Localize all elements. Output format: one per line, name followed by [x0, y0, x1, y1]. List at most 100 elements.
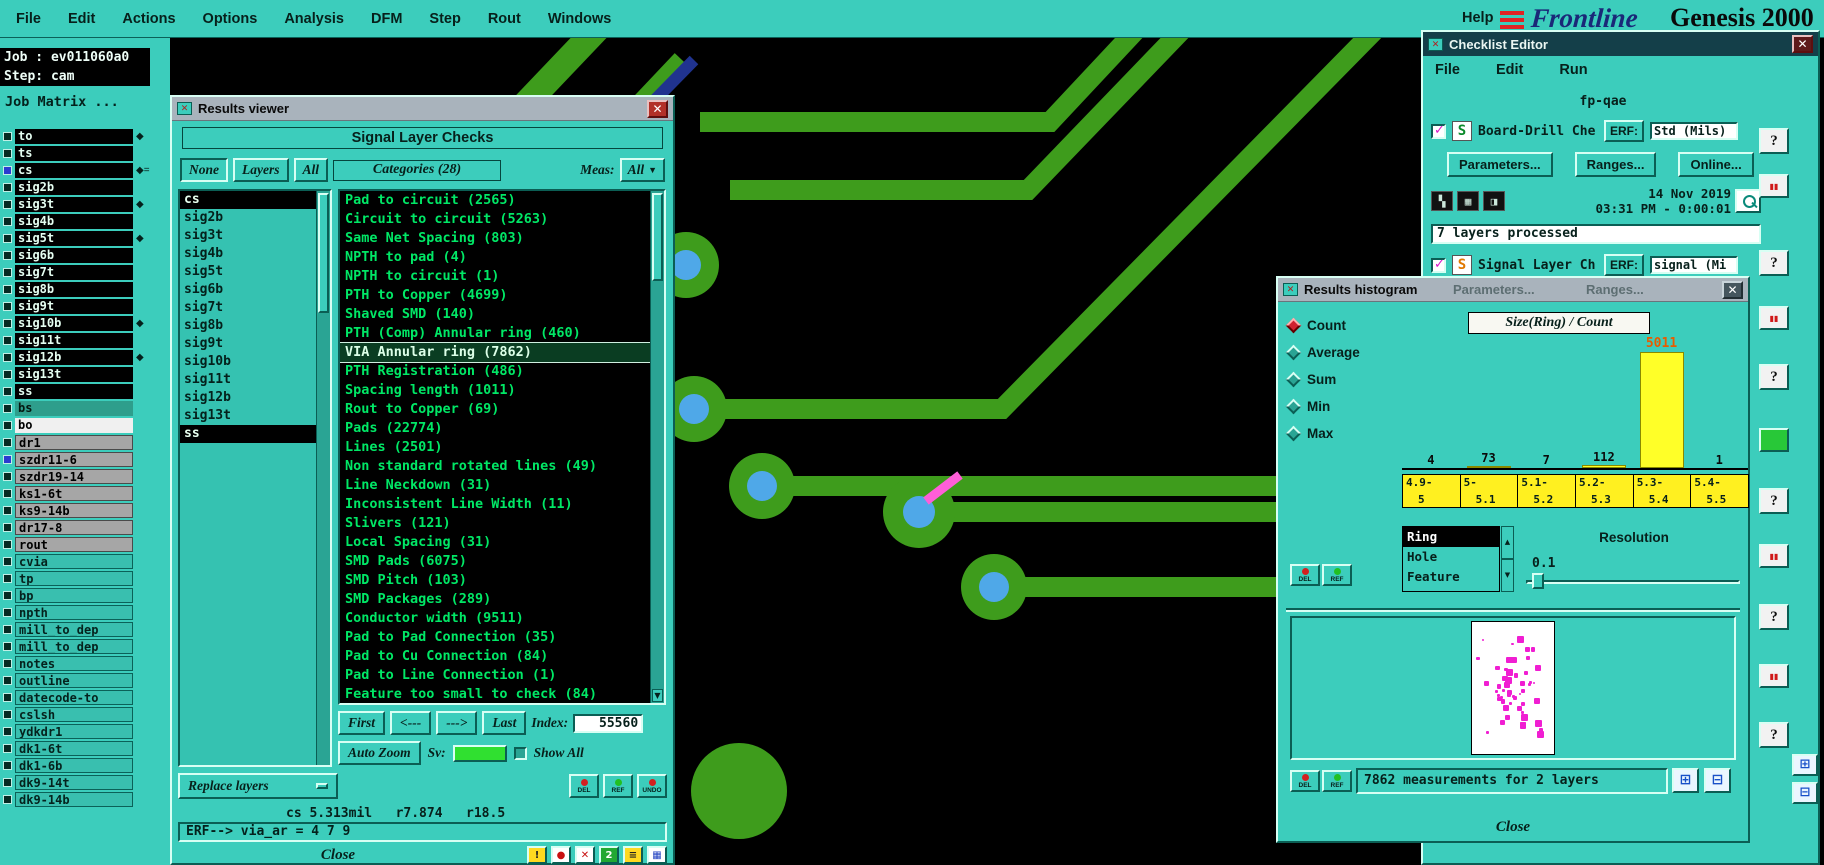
check-label[interactable]: Signal Layer Ch [1478, 258, 1598, 273]
help-button[interactable]: ? [1759, 250, 1789, 276]
layer-name[interactable]: bs [15, 401, 133, 416]
category-item[interactable]: Pad to Cu Connection (84) [340, 647, 650, 666]
category-item[interactable]: Same Net Spacing (803) [340, 229, 650, 248]
layer-row[interactable]: sig9t [0, 298, 170, 315]
toolbar-icon[interactable]: ● [551, 846, 571, 864]
layer-name[interactable]: sig8b [15, 282, 133, 297]
category-item[interactable]: Spacing length (1011) [340, 381, 650, 400]
layer-row[interactable]: sig11t [0, 332, 170, 349]
layer-name[interactable]: sig5t [15, 231, 133, 246]
layer-row[interactable]: sig6b [0, 247, 170, 264]
pause-indicator-icon[interactable]: ▮▮ [1759, 174, 1789, 198]
layer-checkbox[interactable] [3, 795, 12, 804]
parameters-button[interactable]: Parameters... [1447, 152, 1553, 177]
layer-name[interactable]: npth [15, 605, 133, 620]
viewer-layer-item[interactable]: sig4b [180, 245, 316, 263]
layer-row[interactable]: sig5t ◆ [0, 230, 170, 247]
diamond-radio-icon[interactable] [1285, 398, 1302, 415]
layer-name[interactable]: sig3t [15, 197, 133, 212]
layer-checkbox[interactable] [3, 149, 12, 158]
export-icon[interactable]: ⊞ [1792, 754, 1818, 776]
save-icon[interactable]: ⊟ [1792, 782, 1818, 804]
layer-row[interactable]: rout [0, 536, 170, 553]
menu-item[interactable]: Analysis [284, 11, 344, 27]
layer-checkbox[interactable] [3, 132, 12, 141]
layer-name[interactable]: sig4b [15, 214, 133, 229]
layer-checkbox[interactable] [3, 778, 12, 787]
layer-name[interactable]: ks1-6t [15, 486, 133, 501]
layer-name[interactable]: bo [15, 418, 133, 433]
stat-option[interactable]: Count [1285, 312, 1394, 339]
show-all-checkbox[interactable] [513, 746, 527, 760]
layer-row[interactable]: dk9-14b [0, 791, 170, 808]
layer-name[interactable]: dk9-14b [15, 792, 133, 807]
category-item[interactable]: SMD Packages (289) [340, 590, 650, 609]
help-button[interactable]: ? [1759, 604, 1789, 630]
layer-checkbox[interactable] [3, 387, 12, 396]
scroll-down-icon[interactable]: ▼ [1501, 559, 1514, 592]
diamond-radio-icon[interactable] [1285, 344, 1302, 361]
layer-name[interactable]: ydkdr1 [15, 724, 133, 739]
menu-item[interactable]: Edit [68, 11, 95, 27]
layer-checkbox[interactable] [3, 506, 12, 515]
pause-indicator-icon[interactable]: ▮▮ [1759, 664, 1789, 688]
layer-name[interactable]: ks9-14b [15, 503, 133, 518]
layer-checkbox[interactable] [3, 438, 12, 447]
layer-checkbox[interactable] [3, 523, 12, 532]
layer-name[interactable]: datecode-to [15, 690, 133, 705]
menu-item[interactable]: Actions [122, 11, 175, 27]
filter-none-button[interactable]: None [180, 158, 228, 182]
results-viewer-titlebar[interactable]: Results viewer ✕ [172, 97, 673, 121]
menu-item[interactable]: Rout [488, 11, 521, 27]
scroll-down-icon[interactable]: ▼ [652, 689, 663, 702]
del-button[interactable]: DEL [1290, 770, 1320, 792]
viewer-layer-item[interactable]: sig3t [180, 227, 316, 245]
layer-row[interactable]: bo [0, 417, 170, 434]
tool-icon-1[interactable]: ▚ [1431, 191, 1453, 211]
menu-item[interactable]: File [1435, 62, 1460, 78]
layer-checkbox[interactable] [3, 557, 12, 566]
viewer-close-button[interactable]: Close [178, 847, 498, 864]
measure-mode-item[interactable]: Ring [1403, 527, 1499, 547]
layer-row[interactable]: notes [0, 655, 170, 672]
menu-item[interactable]: DFM [371, 11, 402, 27]
layer-checkbox[interactable] [3, 234, 12, 243]
viewer-layer-item[interactable]: cs [180, 191, 316, 209]
tool-icon-2[interactable]: ▦ [1457, 191, 1479, 211]
viewer-layer-item[interactable]: sig10b [180, 353, 316, 371]
layer-row[interactable]: dr17-8 [0, 519, 170, 536]
layer-checkbox[interactable] [3, 455, 12, 464]
category-list-scrollbar[interactable]: ▼ [650, 191, 664, 703]
layer-name[interactable]: dr1 [15, 435, 133, 450]
layer-name[interactable]: szdr11-6 [15, 452, 133, 467]
toolbar-icon[interactable]: 2 [599, 846, 619, 864]
layer-name[interactable]: dk1-6t [15, 741, 133, 756]
layer-row[interactable]: sig13t [0, 366, 170, 383]
layer-checkbox[interactable] [3, 302, 12, 311]
layer-checkbox[interactable] [3, 710, 12, 719]
layer-row[interactable]: sig2b [0, 179, 170, 196]
layer-name[interactable]: ts [15, 146, 133, 161]
layer-checkbox[interactable] [3, 183, 12, 192]
viewer-layer-item[interactable]: sig11t [180, 371, 316, 389]
scrollbar-thumb[interactable] [652, 193, 663, 281]
category-item[interactable]: Shaved SMD (140) [340, 305, 650, 324]
layer-name[interactable]: cslsh [15, 707, 133, 722]
help-button[interactable]: ? [1759, 488, 1789, 514]
erf-button[interactable]: ERF: [1604, 120, 1644, 142]
layer-checkbox[interactable] [3, 200, 12, 209]
help-button[interactable]: ? [1759, 722, 1789, 748]
layer-row[interactable]: sig10b ◆ [0, 315, 170, 332]
menu-item-help[interactable]: Help [1462, 10, 1493, 26]
layer-name[interactable]: notes [15, 656, 133, 671]
layer-checkbox[interactable] [3, 489, 12, 498]
toolbar-icon[interactable]: ! [527, 846, 547, 864]
check-icon[interactable] [1431, 123, 1446, 139]
layer-checkbox[interactable] [3, 642, 12, 651]
tool-icon-3[interactable]: ◨ [1483, 191, 1505, 211]
auto-zoom-dropdown[interactable]: Auto Zoom [338, 741, 421, 765]
layer-name[interactable]: sig10b [15, 316, 133, 331]
layer-name[interactable]: sig6b [15, 248, 133, 263]
category-item[interactable]: Non standard rotated lines (49) [340, 457, 650, 476]
measure-mode-item[interactable]: Feature [1403, 567, 1499, 587]
